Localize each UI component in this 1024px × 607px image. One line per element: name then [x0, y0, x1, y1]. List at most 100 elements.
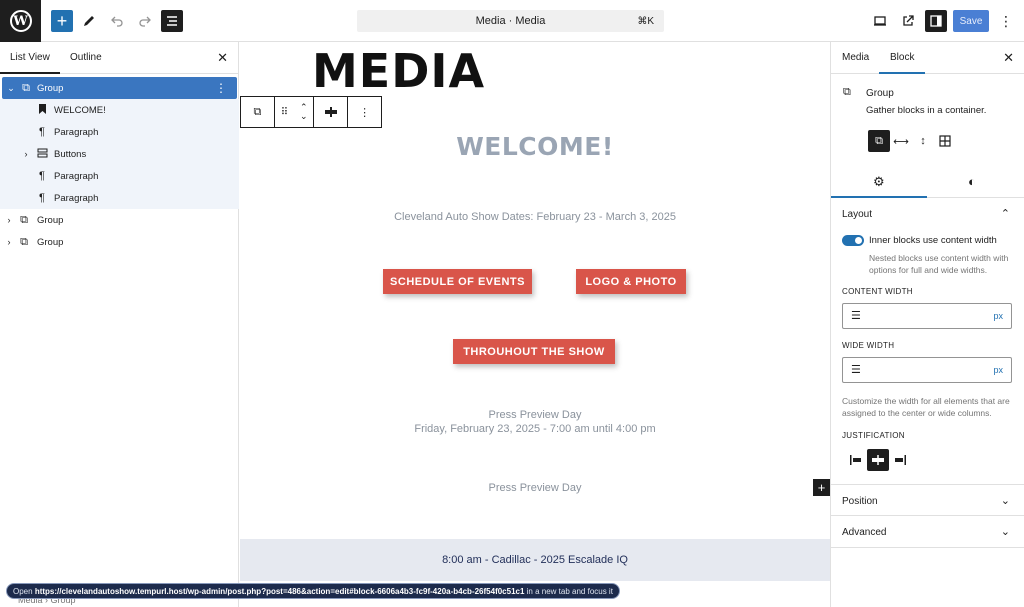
schedule-of-events-button[interactable]: SCHEDULE OF EVENTS — [383, 269, 532, 294]
content-width-label: CONTENT WIDTH — [842, 287, 913, 296]
group-icon: ⧉ — [843, 86, 851, 98]
tree-item-label: Paragraph — [54, 170, 99, 182]
close-icon[interactable]: ✕ — [1003, 50, 1014, 66]
block-inserter-button[interactable]: + — [51, 10, 73, 32]
unit-select[interactable]: px — [993, 365, 1003, 375]
unit-select[interactable]: px — [993, 311, 1003, 321]
stack-icon[interactable]: ↕ — [912, 130, 934, 152]
block-name: Group — [866, 88, 894, 99]
grid-icon[interactable] — [934, 130, 956, 152]
justify-wide-icon: ☰ — [851, 364, 861, 376]
settings-sidebar-icon[interactable] — [925, 10, 947, 32]
more-options-icon[interactable]: ⋮ — [348, 97, 381, 127]
content-width-input[interactable]: ☰ px — [842, 303, 1012, 329]
group-icon[interactable]: ⧉ — [241, 97, 275, 127]
sidebar-tabs: Media Block ✕ — [831, 42, 1024, 74]
event-row[interactable]: 8:00 am - Cadillac - 2025 Escalade IQ — [240, 539, 830, 581]
block-variations: ⧉ ⟷ ↕ — [868, 130, 956, 152]
justification-controls — [845, 449, 911, 471]
tree-item-buttons[interactable]: › Buttons — [0, 143, 239, 165]
toggle-help-text: Nested blocks use content width with opt… — [869, 253, 1009, 275]
position-panel-header[interactable]: Position ⌄ — [831, 484, 1024, 516]
logo-photo-button[interactable]: LOGO & PHOTO — [576, 269, 686, 294]
chevron-up-icon: ⌃ — [1000, 208, 1010, 220]
welcome-heading[interactable]: WELCOME! — [240, 132, 830, 161]
chevron-right-icon[interactable]: › — [21, 149, 31, 159]
desktop-preview-icon[interactable] — [869, 10, 891, 32]
command-palette-button[interactable]: Media · Media ⌘K — [357, 10, 664, 32]
content-width-toggle[interactable] — [842, 235, 864, 246]
move-up-down-icon[interactable]: ⌃ ⌄ — [300, 103, 308, 121]
block-tree: ⌄ ⧉ Group ⋮ WELCOME! ¶ Paragraph › Butto… — [0, 77, 239, 253]
document-overview-icon[interactable] — [161, 10, 183, 32]
block-toolbar: ⧉ ⠿ ⌃ ⌄ ⋮ — [240, 96, 382, 128]
drag-handle-icon[interactable]: ⠿ — [281, 107, 288, 118]
row-icon[interactable]: ⟷ — [890, 130, 912, 152]
tree-item-paragraph[interactable]: ¶ Paragraph — [0, 187, 239, 209]
styles-icon[interactable]: ◐ — [968, 174, 976, 189]
throughout-the-show-button[interactable]: THROUHOUT THE SHOW — [453, 339, 615, 364]
redo-icon[interactable] — [134, 10, 156, 32]
tree-item-label: Paragraph — [54, 192, 99, 204]
tree-item-label: Group — [37, 82, 64, 94]
external-link-icon[interactable] — [897, 10, 919, 32]
active-tab-indicator — [879, 72, 925, 74]
tab-block[interactable]: Block — [890, 52, 914, 63]
more-options-icon[interactable]: ⋮ — [995, 10, 1017, 32]
layout-panel-header[interactable]: Layout ⌃ — [831, 198, 1024, 230]
close-icon[interactable]: ✕ — [217, 50, 228, 66]
tree-item-group[interactable]: › ⧉ Group — [0, 209, 239, 231]
tree-item-paragraph[interactable]: ¶ Paragraph — [0, 165, 239, 187]
justify-right-icon[interactable] — [889, 449, 911, 471]
group-icon: ⧉ — [22, 81, 30, 94]
tree-item-label: Group — [37, 236, 64, 248]
justify-left-icon[interactable] — [845, 449, 867, 471]
pencil-icon[interactable] — [78, 10, 100, 32]
status-prefix: Open — [13, 586, 33, 596]
press-preview-heading[interactable]: Press Preview Day — [240, 482, 830, 494]
add-block-button[interactable]: + — [813, 479, 830, 496]
justify-center-icon[interactable] — [314, 97, 349, 127]
tree-item-label: Buttons — [54, 148, 87, 160]
wide-width-input[interactable]: ☰ px — [842, 357, 1012, 383]
editor-canvas: MEDIA ⧉ ⠿ ⌃ ⌄ ⋮ WELCOME! Cleveland Auto S… — [240, 42, 830, 607]
command-shortcut: ⌘K — [637, 15, 654, 27]
document-title: Media · Media — [475, 15, 546, 27]
tree-item-label: Group — [37, 214, 64, 226]
justify-center-icon[interactable] — [867, 449, 889, 471]
status-suffix: in a new tab and focus it — [526, 586, 613, 596]
tab-outline[interactable]: Outline — [70, 52, 102, 63]
press-preview-date[interactable]: Friday, February 23, 2025 - 7:00 am unti… — [240, 423, 830, 435]
justify-center-icon: ☰ — [851, 310, 861, 322]
chevron-down-icon[interactable]: ⌄ — [6, 83, 16, 94]
paragraph-icon: ¶ — [39, 170, 45, 182]
tree-item-paragraph[interactable]: ¶ Paragraph — [0, 121, 239, 143]
group-icon: ⧉ — [20, 235, 28, 248]
tab-media[interactable]: Media — [842, 52, 869, 63]
editor-top-bar: W + Media · Media ⌘K Save ⋮ — [0, 0, 1024, 42]
advanced-panel-header[interactable]: Advanced ⌄ — [831, 516, 1024, 548]
status-url: https://clevelandautoshow.tempurl.host/w… — [34, 586, 525, 596]
page-title[interactable]: MEDIA — [312, 46, 485, 96]
wordpress-logo-icon[interactable]: W — [0, 0, 41, 42]
block-settings-tabs: ⚙ ◐ — [831, 166, 1024, 198]
settings-sidebar: Media Block ✕ ⧉ Group Gather blocks in a… — [830, 42, 1024, 607]
list-view-tabs: List View Outline ✕ — [0, 42, 238, 74]
press-preview-heading[interactable]: Press Preview Day — [240, 409, 830, 421]
save-button[interactable]: Save — [953, 10, 989, 32]
more-options-icon[interactable]: ⋮ — [215, 81, 227, 95]
group-icon[interactable]: ⧉ — [868, 130, 890, 152]
show-dates-text[interactable]: Cleveland Auto Show Dates: February 23 -… — [240, 211, 830, 223]
tree-item-label: Paragraph — [54, 126, 99, 138]
advanced-heading: Advanced — [842, 527, 887, 538]
chevron-right-icon[interactable]: › — [4, 237, 14, 247]
block-mover: ⠿ ⌃ ⌄ — [275, 97, 315, 127]
tree-item-group[interactable]: › ⧉ Group — [0, 231, 239, 253]
tab-list-view[interactable]: List View — [10, 52, 50, 63]
layout-heading: Layout — [842, 209, 873, 220]
tree-item-group[interactable]: ⌄ ⧉ Group ⋮ — [2, 77, 237, 99]
tree-item-heading[interactable]: WELCOME! — [0, 99, 239, 121]
gear-icon[interactable]: ⚙ — [873, 174, 885, 190]
undo-icon[interactable] — [106, 10, 128, 32]
chevron-right-icon[interactable]: › — [4, 215, 14, 225]
